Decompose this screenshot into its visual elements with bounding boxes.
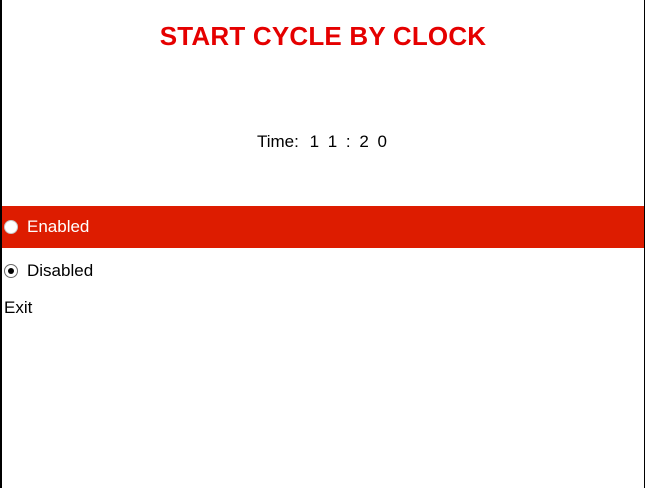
disabled-label: Disabled bbox=[27, 261, 94, 280]
radio-checked-icon[interactable] bbox=[4, 264, 18, 278]
exit-button[interactable]: Exit bbox=[4, 297, 32, 319]
radio-unchecked-icon[interactable] bbox=[4, 220, 18, 234]
time-display: Time: 1 1 : 2 0 bbox=[2, 131, 644, 153]
disabled-option[interactable]: Disabled bbox=[2, 250, 644, 292]
app-window: START CYCLE BY CLOCK Time: 1 1 : 2 0 Ena… bbox=[0, 0, 645, 488]
time-value: 1 1 : 2 0 bbox=[309, 132, 390, 151]
enabled-option[interactable]: Enabled bbox=[2, 206, 644, 248]
time-label: Time: bbox=[256, 132, 299, 151]
page-title: START CYCLE BY CLOCK bbox=[159, 21, 487, 51]
enabled-label: Enabled bbox=[27, 217, 90, 236]
radio-dot-icon bbox=[8, 268, 14, 274]
